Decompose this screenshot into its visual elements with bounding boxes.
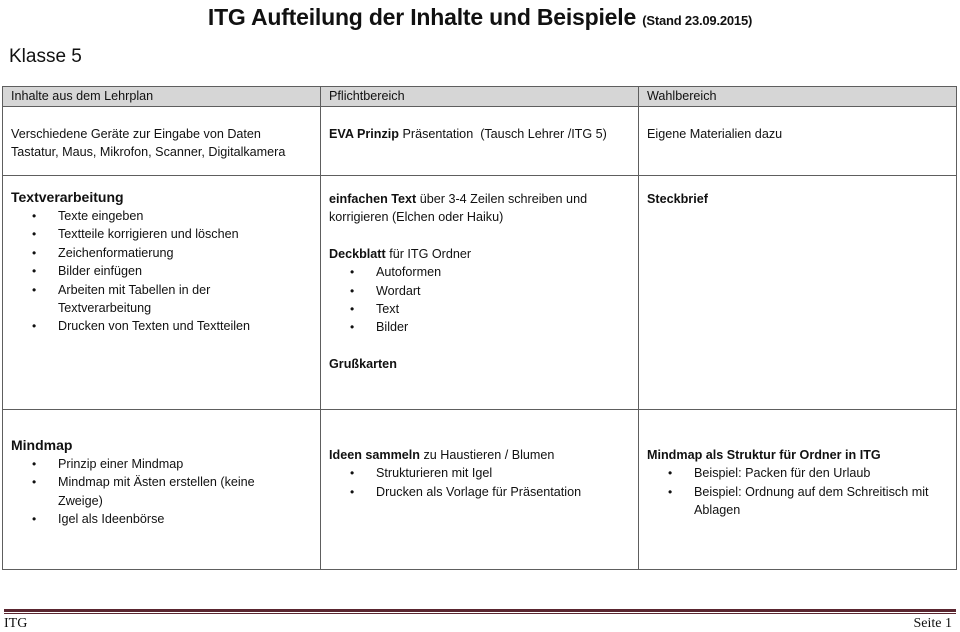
list-item: • Beispiel: Packen für den Urlaub <box>647 464 948 482</box>
list-item: • Bilder einfügen <box>11 262 312 280</box>
bullet-icon: • <box>350 466 355 481</box>
table-row: Mindmap • Prinzip einer Mindmap • Mindmap … <box>2 409 957 570</box>
paragraph: einfachen Text über 3-4 Zeilen schreiben… <box>329 192 588 225</box>
bullet-icon: • <box>350 320 355 335</box>
list-item: • Autoformen <box>329 263 630 281</box>
document-title: ITG Aufteilung der Inhalte und Beispiele… <box>0 0 960 36</box>
list-item: • Igel als Ideenbörse <box>11 510 312 528</box>
list-item: • Drucken als Vorlage für Präsentation <box>329 483 630 501</box>
bold-term: Ideen sammeln <box>329 448 420 462</box>
header-lehrplan: Inhalte aus dem Lehrplan <box>2 86 321 107</box>
text: Eigene Materialien dazu <box>647 127 783 141</box>
list-item: • Textteile korrigieren und löschen <box>11 225 312 243</box>
bold-term: Mindmap als Struktur für Ordner in ITG <box>647 448 881 462</box>
bold-term: EVA Prinzip <box>329 127 399 141</box>
list-item: • Text <box>329 300 630 318</box>
list-item: • Texte eingeben <box>11 207 312 225</box>
bullet-icon: • <box>350 265 355 280</box>
content-table: Inhalte aus dem Lehrplan Pflichtbereich … <box>2 86 957 570</box>
table-row: Verschiedene Geräte zur Eingabe von Date… <box>2 106 957 176</box>
section-heading-klasse: Klasse 5 <box>9 46 82 67</box>
bold-term: Grußkarten <box>329 356 397 371</box>
page-number: Seite 1 <box>913 616 953 631</box>
header-pflichtbereich: Pflichtbereich <box>320 86 639 107</box>
bullet-icon: • <box>668 484 673 499</box>
table-header-row: Inhalte aus dem Lehrplan Pflichtbereich … <box>2 86 957 107</box>
list-item: • Arbeiten mit Tabellen in der Textverarb… <box>32 282 211 316</box>
cell-pflichtbereich: EVA Prinzip Präsentation (Tausch Lehrer … <box>320 106 639 176</box>
bold-term: einfachen Text <box>329 192 417 206</box>
bullet-list: • Texte eingeben • Textteile korrigieren u… <box>11 207 312 336</box>
list-item: • Zeichenformatierung <box>11 244 312 262</box>
cell-lehrplan: Textverarbeitung • Texte eingeben • Textte… <box>2 175 321 410</box>
bullet-icon: • <box>32 475 37 490</box>
topic-title: Mindmap <box>11 437 73 453</box>
bullet-list: • Autoformen • Wordart • Text • Bilder <box>329 263 630 337</box>
list-item: • Bilder <box>329 318 630 336</box>
table-row: Textverarbeitung • Texte eingeben • Textte… <box>2 175 957 410</box>
bullet-list: • Strukturieren mit Igel • Drucken als Vor… <box>329 464 630 501</box>
cell-pflichtbereich: einfachen Text über 3-4 Zeilen schreiben… <box>320 175 639 410</box>
bullet-icon: • <box>32 264 37 279</box>
bold-term: Steckbrief <box>647 192 708 206</box>
bullet-icon: • <box>350 484 355 499</box>
bold-term: Deckblatt <box>329 246 386 261</box>
bullet-icon: • <box>668 466 673 481</box>
cell-lehrplan: Mindmap • Prinzip einer Mindmap • Mindmap … <box>2 409 321 570</box>
cell-wahlbereich: Mindmap als Struktur für Ordner in ITG •… <box>638 409 957 570</box>
paragraph: Deckblatt für ITG Ordner <box>329 246 472 261</box>
footer-divider <box>4 609 956 616</box>
bullet-icon: • <box>32 457 37 471</box>
list-item: • Wordart <box>329 282 630 300</box>
stand-date: (Stand 23.09.2015) <box>642 13 753 28</box>
bullet-icon: • <box>32 227 37 242</box>
list-item: • Beispiel: Ordnung auf dem Schreitisch m… <box>668 484 929 518</box>
footer-left-text: ITG <box>4 616 28 631</box>
text: Präsentation (Tausch Lehrer /ITG 5) <box>398 127 607 141</box>
bullet-icon: • <box>32 245 37 260</box>
list-item: • Drucken von Texten und Textteilen <box>11 317 312 335</box>
cell-wahlbereich: Steckbrief <box>638 175 957 410</box>
bullet-list: • Prinzip einer Mindmap • Mindmap mit Äste… <box>11 455 312 529</box>
paragraph: Ideen sammeln zu Haustieren / Blumen <box>329 448 555 462</box>
bullet-icon: • <box>32 512 37 527</box>
cell-pflichtbereich: Ideen sammeln zu Haustieren / Blumen • St… <box>320 409 639 570</box>
title-text: ITG Aufteilung der Inhalte und Beispiele <box>207 4 637 30</box>
bullet-list: • Beispiel: Packen für den Urlaub • Beispi… <box>647 464 948 519</box>
header-wahlbereich: Wahlbereich <box>638 86 957 107</box>
list-item: • Mindmap mit Ästen erstellen (keine Zwei… <box>32 475 255 508</box>
bullet-icon: • <box>350 302 355 317</box>
cell-lehrplan: Verschiedene Geräte zur Eingabe von Date… <box>2 106 321 176</box>
bullet-icon: • <box>350 283 355 298</box>
text-line: Tastatur, Maus, Mikrofon, Scanner, Digit… <box>11 145 286 160</box>
bullet-icon: • <box>32 319 37 334</box>
cell-wahlbereich: Eigene Materialien dazu <box>638 106 957 176</box>
text-line: Verschiedene Geräte zur Eingabe von Date… <box>11 127 261 141</box>
bullet-icon: • <box>32 282 37 297</box>
list-item: • Prinzip einer Mindmap <box>11 455 312 473</box>
bullet-icon: • <box>32 209 37 223</box>
topic-title: Textverarbeitung <box>11 189 124 205</box>
list-item: • Strukturieren mit Igel <box>329 464 630 482</box>
